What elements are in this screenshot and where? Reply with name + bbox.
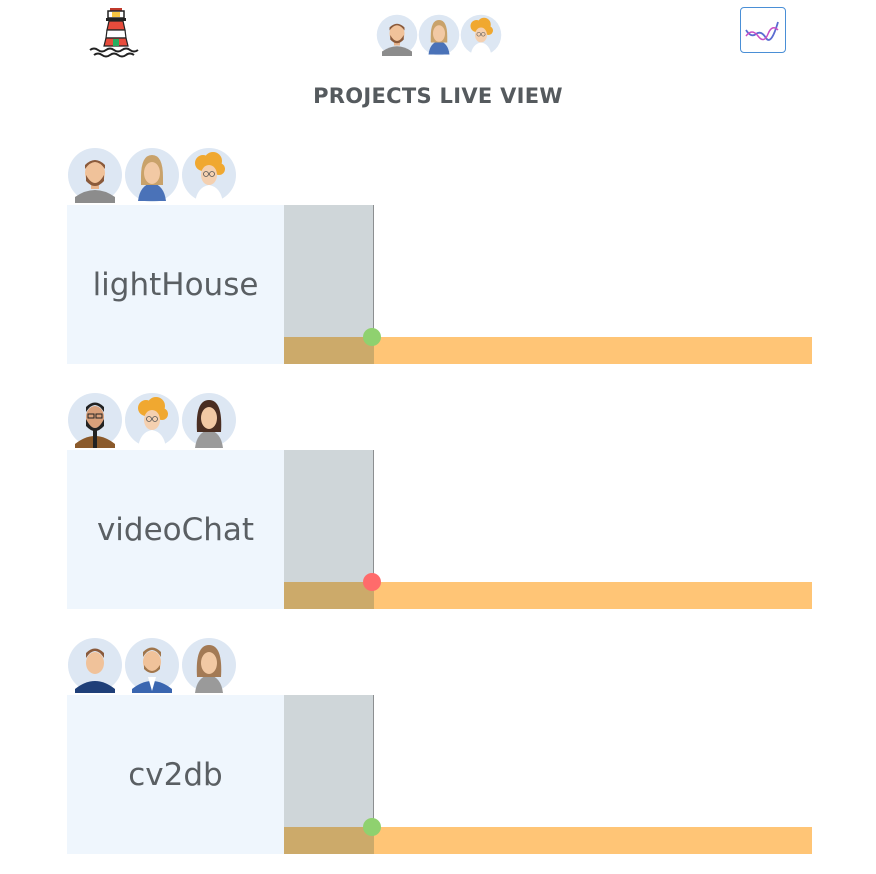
avatar-blonde-woman[interactable] <box>418 14 460 56</box>
status-ok-dot[interactable] <box>363 818 381 836</box>
avatar-bearded-man[interactable] <box>67 147 123 203</box>
avatar-bearded-man[interactable] <box>376 14 418 56</box>
lighthouse-logo-icon[interactable] <box>88 6 144 60</box>
progress-past-bar <box>284 827 374 854</box>
status-alert-dot[interactable] <box>363 573 381 591</box>
elapsed-time-column <box>284 450 374 582</box>
project-team-avatars <box>67 392 238 448</box>
now-marker-line <box>373 695 374 827</box>
project-name: lightHouse <box>92 266 259 303</box>
avatar-curly-woman[interactable] <box>181 147 237 203</box>
avatar-man-blazer[interactable] <box>124 637 180 693</box>
avatar-long-hair-woman[interactable] <box>181 637 237 693</box>
avatar-brunette-woman[interactable] <box>181 392 237 448</box>
project-name: videoChat <box>96 511 255 548</box>
avatar-man-glasses-beard[interactable] <box>67 392 123 448</box>
progress-past-bar <box>284 337 374 364</box>
progress-future-bar <box>374 582 812 609</box>
progress-future-bar <box>374 337 812 364</box>
project-name-box[interactable]: videoChat <box>67 450 284 609</box>
line-chart-icon <box>745 21 779 41</box>
avatar-curly-woman[interactable] <box>124 392 180 448</box>
project-name-box[interactable]: cv2db <box>67 695 284 854</box>
page-title: PROJECTS LIVE VIEW <box>313 84 563 108</box>
project-name-box[interactable]: lightHouse <box>67 205 284 364</box>
now-marker-line <box>373 450 374 582</box>
progress-past-bar <box>284 582 374 609</box>
analytics-chart-button[interactable] <box>740 7 786 53</box>
project-team-avatars <box>67 637 238 693</box>
elapsed-time-column <box>284 695 374 827</box>
project-card-lighthouse: lightHouse <box>67 147 813 365</box>
status-ok-dot[interactable] <box>363 328 381 346</box>
avatar-curly-woman[interactable] <box>460 14 502 56</box>
elapsed-time-column <box>284 205 374 337</box>
project-team-avatars <box>67 147 238 203</box>
project-card-videochat: videoChat <box>67 392 813 610</box>
avatar-blonde-woman[interactable] <box>124 147 180 203</box>
now-marker-line <box>373 205 374 337</box>
progress-future-bar <box>374 827 812 854</box>
project-name: cv2db <box>128 756 223 793</box>
header-team-avatars <box>376 14 502 58</box>
project-card-cv2db: cv2db <box>67 637 813 855</box>
avatar-young-man[interactable] <box>67 637 123 693</box>
